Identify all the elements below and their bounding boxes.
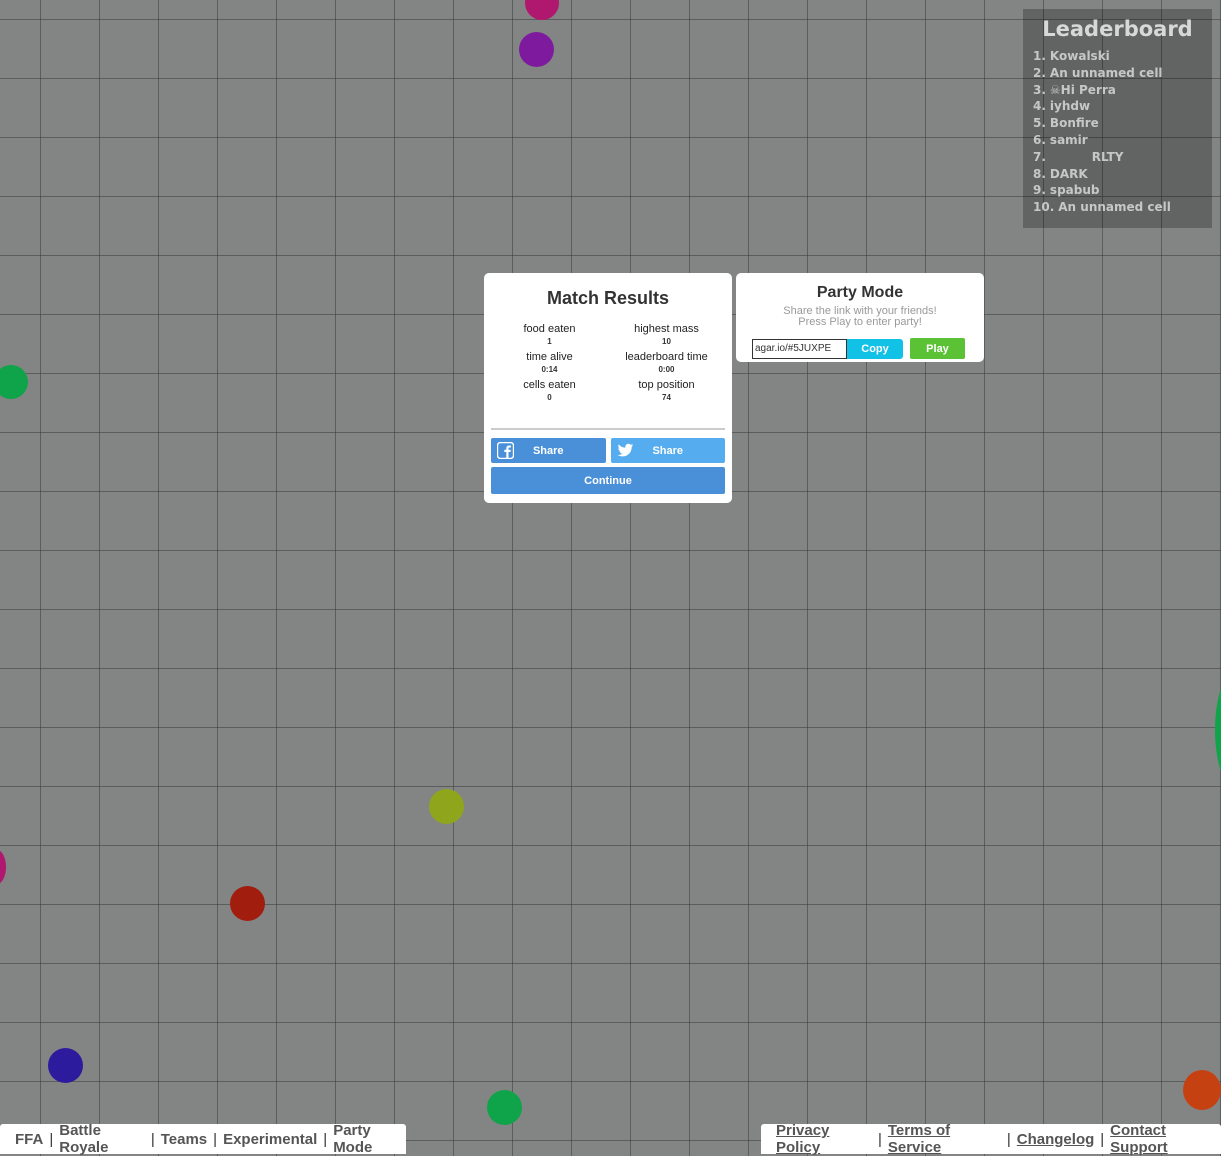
cell-green-bottom [487, 1090, 522, 1125]
terms-of-service-link[interactable]: Terms of Service [888, 1122, 1001, 1156]
separator: | [1100, 1130, 1105, 1148]
separator: | [1006, 1130, 1011, 1148]
play-button[interactable]: Play [910, 338, 965, 359]
separator: | [150, 1130, 155, 1148]
cell-olive [429, 789, 464, 824]
leaderboard-entry: 1. Kowalski [1033, 49, 1110, 63]
stat-time-alive: time alive 0:14 [526, 351, 573, 374]
mode-link-teams[interactable]: Teams [161, 1131, 207, 1148]
cell-magenta-left [0, 850, 6, 884]
mode-link-battle-royale[interactable]: Battle Royale [59, 1122, 145, 1156]
mode-link-ffa[interactable]: FFA [15, 1131, 43, 1148]
stat-highest-mass: highest mass 10 [634, 323, 699, 346]
cell-red [230, 886, 265, 921]
match-results-panel: Match Results food eaten 1 highest mass … [484, 273, 732, 503]
leaderboard-entry: 8. DARK [1033, 166, 1088, 181]
leaderboard-entry: 6. samir [1033, 132, 1088, 147]
match-results-title: Match Results [546, 288, 670, 308]
cell-purple [519, 32, 554, 67]
leaderboard-entry: 10. An unnamed cell [1033, 200, 1171, 215]
stat-cells-eaten: cells eaten 0 [523, 379, 576, 402]
separator: | [323, 1130, 328, 1148]
leaderboard-list: 1. Kowalski 2. An unnamed cell 3. ☠Hi Perra… [1033, 48, 1202, 216]
match-stats: food eaten 1 highest mass 10 time alive … [491, 323, 725, 402]
twitter-icon [617, 443, 633, 457]
stat-food-eaten: food eaten 1 [523, 323, 576, 346]
leaderboard-entry: 4. iyhdw [1033, 99, 1091, 114]
separator: | [49, 1130, 54, 1148]
stat-leaderboard-time: leaderboard time 0:00 [625, 351, 708, 374]
privacy-policy-link[interactable]: Privacy Policy [776, 1122, 872, 1156]
facebook-share-label: Share [532, 444, 564, 457]
separator: | [213, 1130, 218, 1148]
leaderboard-entry: 7. RLTY [1033, 149, 1124, 164]
stat-top-position: top position 74 [638, 379, 695, 402]
mode-link-party-mode[interactable]: Party Mode [333, 1122, 406, 1156]
party-mode-panel: Party Mode Share the link with your frie… [736, 273, 984, 362]
changelog-link[interactable]: Changelog [1017, 1131, 1095, 1148]
facebook-share-button[interactable]: Share [491, 438, 606, 463]
party-link-row: Copy Play [752, 338, 984, 359]
game-mode-bar: FFA | Battle Royale | Teams | Experiment… [0, 1122, 406, 1156]
leaderboard-entry: 9. spabub [1033, 183, 1100, 198]
leaderboard-entry: 5. Bonfire [1033, 116, 1099, 131]
cell-blue [48, 1048, 83, 1083]
twitter-share-button[interactable]: Share [610, 438, 725, 463]
copy-button[interactable]: Copy [847, 338, 903, 359]
continue-button[interactable]: Continue [491, 467, 725, 494]
cell-green-left [0, 365, 28, 399]
mode-link-experimental[interactable]: Experimental [223, 1131, 317, 1148]
party-link-input[interactable] [752, 338, 847, 359]
share-row: Share Share [491, 438, 725, 463]
facebook-icon [497, 442, 514, 459]
legal-links-bar: Privacy Policy | Terms of Service | Chan… [761, 1122, 1221, 1156]
cell-magenta-top [525, 0, 559, 20]
leaderboard-title: Leaderboard [1042, 17, 1193, 41]
leaderboard-entry: 3. ☠Hi Perra [1033, 82, 1116, 97]
separator: | [877, 1130, 882, 1148]
cell-orange [1183, 1070, 1221, 1110]
party-mode-line2: Press Play to enter party! [798, 316, 922, 328]
leaderboard-entry: 2. An unnamed cell [1033, 65, 1163, 80]
leaderboard: Leaderboard 1. Kowalski 2. An unnamed cell… [1023, 9, 1212, 228]
divider [491, 428, 725, 430]
cell-green-right-edge [1215, 660, 1221, 800]
party-mode-title: Party Mode [816, 284, 904, 301]
twitter-share-label: Share [652, 444, 684, 457]
contact-support-link[interactable]: Contact Support [1110, 1122, 1221, 1156]
